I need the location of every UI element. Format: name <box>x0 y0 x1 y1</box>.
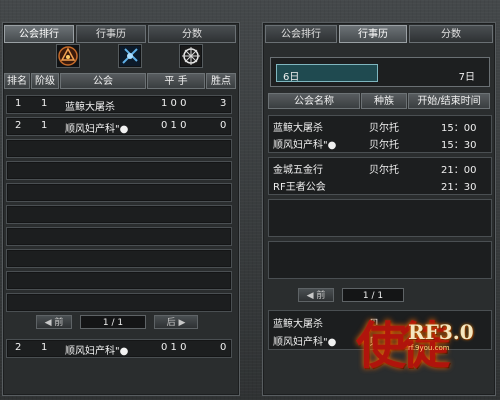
left-tab-bar: 公会排行 行事历 分数 <box>4 25 238 43</box>
schedule-guild: 蓝鲸大屠杀 <box>273 123 323 134</box>
schedule-guild: 金城五金行 <box>273 165 323 176</box>
ranking-pager: ◀ 前 1 / 1 后 ▶ <box>36 315 198 329</box>
win-points-value: 0 <box>220 120 227 131</box>
ranking-row-empty <box>6 205 232 224</box>
prev-page-button[interactable]: ◀ 前 <box>298 288 334 302</box>
ranking-row-empty <box>6 161 232 180</box>
schedule-time: 21：00 <box>441 165 477 176</box>
schedule-entry-empty <box>268 199 492 237</box>
schedule-table-header: 公会名称 种族 开始/结束时间 <box>268 93 491 109</box>
logo-version-title: RF3.0 <box>408 320 474 344</box>
tab-score[interactable]: 分数 <box>409 25 493 43</box>
date-range-bar[interactable]: 6日 7日 <box>270 57 490 87</box>
header-rank[interactable]: 排名 <box>4 73 30 89</box>
rank-value: 1 <box>15 98 22 109</box>
page-indicator: 1 / 1 <box>80 315 146 329</box>
schedule-race: 贝尔托 <box>369 140 399 151</box>
schedule-entry[interactable]: 金城五金行 贝尔托 21：00 RF王者公会 21：30 <box>268 157 492 195</box>
schedule-time: 21：30 <box>441 182 477 193</box>
ranking-table-header: 排名 阶级 公会 平 手 胜点 <box>4 73 237 89</box>
my-guild-row[interactable]: 2 1 顺风妇产科"● 0 1 0 0 <box>6 339 232 358</box>
tab-guild-ranking[interactable]: 公会排行 <box>4 25 74 43</box>
ranking-row[interactable]: 1 1 蓝鲸大屠杀 1 0 0 3 <box>6 95 232 114</box>
schedule-guild: 蓝鲸大屠杀 <box>273 319 323 330</box>
schedule-time: 15：30 <box>441 140 477 151</box>
date-start-label: 6日 <box>283 72 300 83</box>
ranking-row-empty <box>6 139 232 158</box>
schedule-guild: RF王者公会 <box>273 182 326 193</box>
schedule-guild: 顺风妇产科"● <box>273 337 337 348</box>
prev-page-button[interactable]: ◀ 前 <box>36 315 72 329</box>
rank-value: 2 <box>15 342 22 353</box>
grade-value: 1 <box>41 120 48 131</box>
logo-website: rf.9you.com <box>408 344 450 352</box>
header-guild[interactable]: 公会 <box>60 73 146 89</box>
win-points-value: 0 <box>220 342 227 353</box>
schedule-entry[interactable]: 蓝鲸大屠杀 贝尔托 15：00 顺风妇产科"● 贝尔托 15：30 <box>268 115 492 153</box>
tab-score[interactable]: 分数 <box>148 25 236 43</box>
ranking-row-empty <box>6 227 232 246</box>
header-race[interactable]: 种族 <box>361 93 407 109</box>
header-draw[interactable]: 平 手 <box>147 73 205 89</box>
draw-value: 0 1 0 <box>161 120 187 131</box>
ranking-row[interactable]: 2 1 顺风妇产科"● 0 1 0 0 <box>6 117 232 136</box>
header-time[interactable]: 开始/结束时间 <box>408 93 490 109</box>
ranking-row-empty <box>6 293 232 312</box>
ranking-row-empty <box>6 249 232 268</box>
grade-value: 1 <box>41 342 48 353</box>
schedule-guild: 顺风妇产科"● <box>273 140 337 151</box>
schedule-race: 贝尔托 <box>369 165 399 176</box>
tab-calendar[interactable]: 行事历 <box>76 25 146 43</box>
schedule-race: 贝尔托 <box>369 123 399 134</box>
schedule-entry-empty <box>268 241 492 279</box>
guild-name: 顺风妇产科"● <box>65 124 129 135</box>
rf-game-logo: 使徒 RF3.0 rf.9you.com <box>350 298 498 398</box>
draw-value: 0 1 0 <box>161 342 187 353</box>
header-win-points[interactable]: 胜点 <box>206 73 236 89</box>
header-guild-name[interactable]: 公会名称 <box>268 93 360 109</box>
next-page-button[interactable]: 后 ▶ <box>154 315 198 329</box>
draw-value: 1 0 0 <box>161 98 187 109</box>
tab-calendar[interactable]: 行事历 <box>339 25 407 43</box>
win-points-value: 3 <box>220 98 227 109</box>
header-grade[interactable]: 阶级 <box>31 73 59 89</box>
ranking-row-empty <box>6 183 232 202</box>
date-end-label: 7日 <box>458 72 475 83</box>
guild-name: 顺风妇产科"● <box>65 346 129 357</box>
ranking-row-empty <box>6 271 232 290</box>
grade-value: 1 <box>41 98 48 109</box>
tab-guild-ranking[interactable]: 公会排行 <box>265 25 337 43</box>
right-tab-bar: 公会排行 行事历 分数 <box>265 25 495 43</box>
bellato-race-icon[interactable] <box>56 44 80 68</box>
accretia-race-icon[interactable] <box>179 44 203 68</box>
cora-race-icon[interactable] <box>118 44 142 68</box>
guild-name: 蓝鲸大屠杀 <box>65 102 115 113</box>
rank-value: 2 <box>15 120 22 131</box>
schedule-time: 15：00 <box>441 123 477 134</box>
